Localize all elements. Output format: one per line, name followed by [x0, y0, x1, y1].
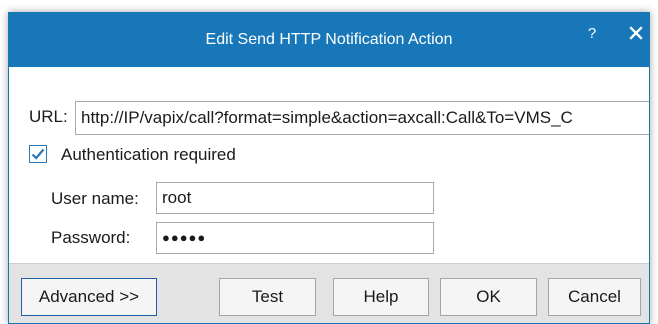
close-icon	[629, 26, 643, 40]
username-input[interactable]: root	[156, 182, 434, 214]
password-label: Password:	[51, 228, 131, 247]
checkmark-icon	[31, 148, 45, 160]
title-bar: Edit Send HTTP Notification Action ?	[9, 13, 649, 67]
cancel-button[interactable]: Cancel	[548, 278, 641, 316]
test-button[interactable]: Test	[219, 278, 316, 316]
advanced-button[interactable]: Advanced >>	[21, 278, 157, 316]
help-button[interactable]: Help	[333, 278, 429, 316]
dialog-body: URL: http://IP/vapix/call?format=simple&…	[9, 67, 649, 263]
username-label: User name:	[51, 189, 139, 208]
ok-button[interactable]: OK	[440, 278, 537, 316]
button-bar: Advanced >> Test Help OK Cancel	[9, 263, 649, 323]
dialog-title: Edit Send HTTP Notification Action	[205, 31, 453, 48]
authentication-checkbox[interactable]	[29, 145, 47, 163]
authentication-label: Authentication required	[61, 145, 236, 164]
password-input[interactable]: ●●●●●	[156, 222, 434, 254]
url-label: URL:	[29, 107, 68, 126]
url-input[interactable]: http://IP/vapix/call?format=simple&actio…	[75, 101, 649, 135]
edit-http-notification-dialog: Edit Send HTTP Notification Action ? URL…	[8, 12, 650, 324]
help-title-button[interactable]: ?	[583, 25, 601, 42]
close-button[interactable]	[626, 23, 646, 43]
